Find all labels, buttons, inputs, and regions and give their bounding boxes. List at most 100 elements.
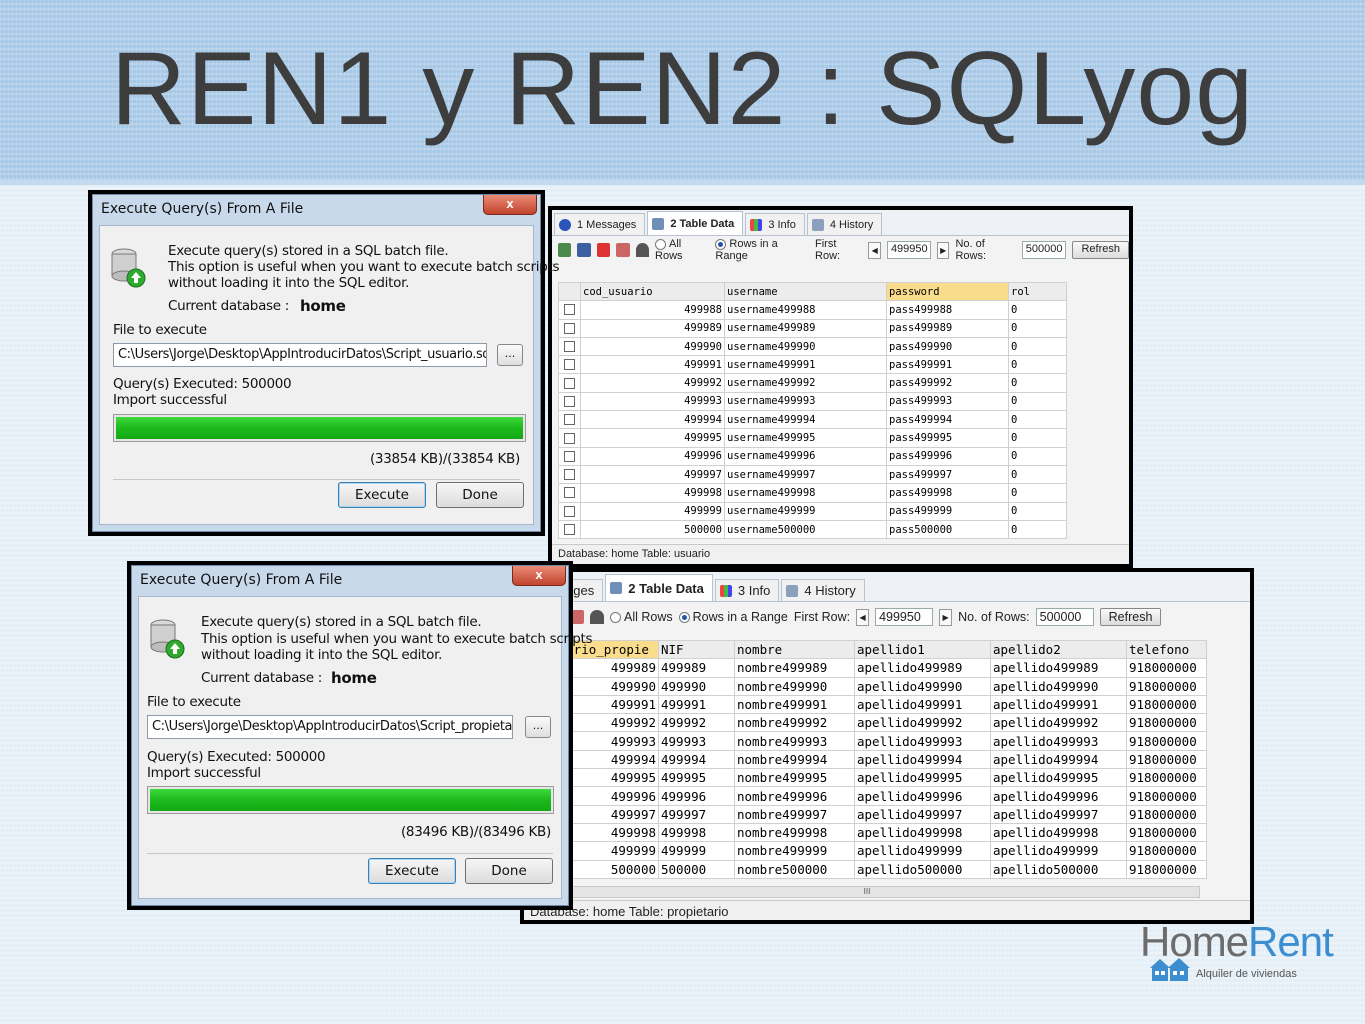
table-cell[interactable]: apellido499993 <box>990 731 1127 751</box>
table-cell[interactable]: nombre499994 <box>734 749 855 770</box>
next-page-button[interactable]: ▶ <box>939 608 953 626</box>
close-button[interactable]: x <box>512 566 566 586</box>
save-icon[interactable] <box>577 243 591 257</box>
table-cell[interactable]: username499990 <box>724 336 887 357</box>
table-cell[interactable]: pass499998 <box>886 483 1009 503</box>
filter-icon[interactable] <box>635 243 650 257</box>
table-row[interactable]: 500000 500000 nombre500000 apellido500000 ap… <box>524 859 1207 879</box>
all-rows-option[interactable]: All Rows <box>610 610 673 624</box>
table-cell[interactable]: 499991 <box>658 694 735 715</box>
rows-in-range-option[interactable]: Rows in a Range <box>678 610 788 624</box>
table-cell[interactable]: 0 <box>1008 355 1067 375</box>
first-row-input[interactable]: 499950 <box>886 241 931 259</box>
cancel-icon[interactable] <box>616 243 630 257</box>
table-cell[interactable]: pass499997 <box>886 464 1009 485</box>
column-header-rol[interactable]: rol <box>1008 281 1067 302</box>
table-cell[interactable]: 918000000 <box>1126 859 1207 879</box>
table-cell[interactable]: nombre499991 <box>734 694 855 715</box>
table-cell[interactable]: username499989 <box>724 318 887 338</box>
table-cell[interactable]: apellido499990 <box>854 676 991 696</box>
row-checkbox[interactable] <box>558 336 581 357</box>
table-cell[interactable]: 499996 <box>580 446 725 466</box>
filter-icon[interactable] <box>590 610 604 624</box>
table-cell[interactable]: 0 <box>1008 373 1067 393</box>
num-rows-input[interactable]: 500000 <box>1021 241 1067 259</box>
column-header-password[interactable]: password <box>886 281 1009 302</box>
table-cell[interactable]: pass499989 <box>886 318 1009 338</box>
table-cell[interactable]: apellido499991 <box>854 694 991 715</box>
table-cell[interactable]: username499992 <box>724 373 887 393</box>
table-cell[interactable]: nombre500000 <box>734 859 855 879</box>
table-row[interactable]: 499993 username499993 pass499993 0 <box>558 391 1067 412</box>
column-header-apellido2[interactable]: apellido2 <box>990 639 1127 660</box>
table-cell[interactable]: nombre499998 <box>734 822 855 843</box>
table-cell[interactable]: 499999 <box>580 501 725 521</box>
table-cell[interactable]: username499998 <box>724 483 887 503</box>
table-cell[interactable]: username499991 <box>724 355 887 375</box>
row-checkbox[interactable] <box>558 391 581 412</box>
execute-button[interactable]: Execute <box>368 858 456 884</box>
table-cell[interactable]: apellido499992 <box>990 713 1127 733</box>
table-cell[interactable]: 500000 <box>580 519 725 540</box>
table-row[interactable]: 499991 username499991 pass499991 0 <box>558 355 1067 375</box>
table-cell[interactable]: apellido499994 <box>854 749 991 770</box>
tab-history[interactable]: 4 History <box>806 213 883 235</box>
first-row-input[interactable]: 499950 <box>875 608 934 626</box>
tab-info[interactable]: 3 Info <box>745 213 805 235</box>
row-checkbox[interactable] <box>558 501 581 521</box>
table-row[interactable]: 499991 499991 nombre499991 apellido499991 ap… <box>524 694 1207 715</box>
tab-history[interactable]: 4 History <box>781 579 865 601</box>
all-rows-option[interactable]: All Rows <box>655 238 709 262</box>
execute-button[interactable]: Execute <box>338 482 426 508</box>
delete-icon[interactable] <box>596 243 611 257</box>
table-cell[interactable]: apellido499999 <box>990 841 1127 861</box>
row-checkbox[interactable] <box>558 446 581 466</box>
tab-table-data[interactable]: 2 Table Data <box>647 211 744 235</box>
row-checkbox[interactable] <box>558 318 581 338</box>
table-cell[interactable]: apellido499990 <box>990 676 1127 696</box>
table-cell[interactable]: pass499991 <box>886 355 1009 375</box>
table-cell[interactable]: apellido499995 <box>990 768 1127 788</box>
table-cell[interactable]: 499991 <box>580 355 725 375</box>
table-cell[interactable]: 0 <box>1008 336 1067 357</box>
table-cell[interactable]: pass499994 <box>886 410 1009 430</box>
table-row[interactable]: 499996 username499996 pass499996 0 <box>558 446 1067 466</box>
done-button[interactable]: Done <box>436 482 524 508</box>
table-cell[interactable]: username499995 <box>724 428 887 448</box>
table-cell[interactable]: 499996 <box>658 786 735 806</box>
prev-page-button[interactable]: ◀ <box>856 608 870 626</box>
rows-in-range-option[interactable]: Rows in a Range <box>715 238 809 262</box>
table-row[interactable]: 499995 499995 nombre499995 apellido499995 ap… <box>524 768 1207 788</box>
table-cell[interactable]: 918000000 <box>1126 694 1207 715</box>
table-cell[interactable]: username499999 <box>724 501 887 521</box>
table-row[interactable]: 499997 username499997 pass499997 0 <box>558 464 1067 485</box>
table-cell[interactable]: apellido499998 <box>990 822 1127 843</box>
table-cell[interactable]: 499989 <box>658 658 735 678</box>
table-cell[interactable]: 918000000 <box>1126 786 1207 806</box>
table-cell[interactable]: 499995 <box>658 768 735 788</box>
table-cell[interactable]: 918000000 <box>1126 676 1207 696</box>
table-cell[interactable]: 499992 <box>580 373 725 393</box>
table-cell[interactable]: username500000 <box>724 519 887 540</box>
browse-button[interactable]: ... <box>497 344 523 366</box>
tab-info[interactable]: 3 Info <box>714 579 780 601</box>
table-row[interactable]: 499994 499994 nombre499994 apellido499994 ap… <box>524 749 1207 770</box>
num-rows-input[interactable]: 500000 <box>1035 608 1094 626</box>
table-cell[interactable]: 0 <box>1008 501 1067 521</box>
horizontal-scrollbar[interactable]: III <box>534 886 1200 898</box>
table-cell[interactable]: 499989 <box>580 318 725 338</box>
table-cell[interactable]: apellido499996 <box>990 786 1127 806</box>
insert-row-icon[interactable] <box>558 243 572 257</box>
table-cell[interactable]: 499988 <box>580 300 725 320</box>
file-path-input[interactable]: C:\Users\Jorge\Desktop\AppIntroducirDato… <box>147 715 513 739</box>
table-cell[interactable]: 499998 <box>658 822 735 843</box>
table-row[interactable]: 499998 username499998 pass499998 0 <box>558 483 1067 503</box>
table-cell[interactable]: nombre499990 <box>734 676 855 696</box>
table-cell[interactable]: 499993 <box>658 731 735 751</box>
column-header-NIF[interactable]: NIF <box>658 639 735 660</box>
table-cell[interactable]: 499999 <box>658 841 735 861</box>
row-checkbox[interactable] <box>558 410 581 430</box>
table-cell[interactable]: username499993 <box>724 391 887 412</box>
table-cell[interactable]: 918000000 <box>1126 731 1207 751</box>
table-cell[interactable]: 0 <box>1008 318 1067 338</box>
